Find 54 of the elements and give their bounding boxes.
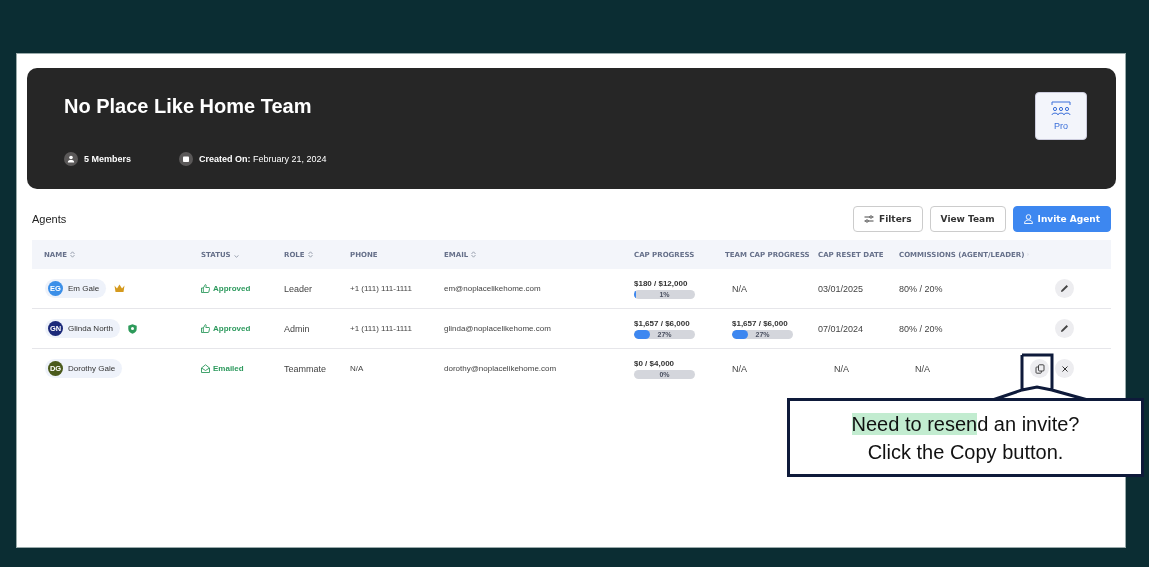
sort-icon[interactable] <box>70 251 76 258</box>
status-label: Approved <box>213 324 251 333</box>
table-cell-text: +1 (111) 111-1111 <box>350 324 413 333</box>
edit-button[interactable] <box>1055 279 1074 298</box>
copy-button[interactable] <box>1030 359 1049 378</box>
cap-amount: $1,657 / $6,000 <box>732 318 789 328</box>
calendar-icon <box>179 152 194 166</box>
table-cell: N/A <box>732 363 747 374</box>
table-cell-text: Teammate <box>284 363 328 374</box>
section-title: Agents <box>32 213 67 225</box>
user-icon <box>1023 214 1033 224</box>
pencil-icon <box>1060 284 1069 293</box>
cap-amount: $180 / $12,000 <box>634 278 689 288</box>
crown-icon <box>114 284 126 293</box>
cap-amount: $1,657 / $6,000 <box>634 318 691 328</box>
table-cell-text: 80% / 20% <box>899 283 944 294</box>
table-cell-text: Leader <box>284 283 314 294</box>
thumbs-up-icon <box>201 324 210 333</box>
table-cell-text: dorothy@noplacelikehome.com <box>444 364 558 373</box>
table-cell-text: glinda@noplacelikehome.com <box>444 324 552 333</box>
table-cell-text: 07/01/2024 <box>818 323 865 334</box>
remove-button[interactable] <box>1055 359 1074 378</box>
team-title: No Place Like Home Team <box>64 95 313 118</box>
invite-button[interactable]: Invite Agent <box>1012 206 1111 232</box>
open-envelope-icon <box>201 364 210 373</box>
created-date: Created On: February 21, 2024 <box>199 154 327 164</box>
sort-icon[interactable] <box>307 251 313 258</box>
table-cell-text: 03/01/2025 <box>818 283 865 294</box>
plan-label: Pro <box>1054 121 1068 131</box>
table-cell-text: N/A <box>914 363 931 374</box>
view-team-button[interactable]: View Team <box>929 206 1006 232</box>
sliders-icon <box>864 215 875 223</box>
table-cell-text: 80% / 20% <box>899 323 944 334</box>
team-icon <box>1051 101 1071 117</box>
person-icon <box>64 152 78 166</box>
close-icon <box>1060 364 1069 373</box>
table-cell-text: N/A <box>350 364 365 373</box>
status-label: Approved <box>213 284 251 293</box>
member-count: 5 Members <box>84 154 132 164</box>
table-cell-text: em@noplacelikehome.com <box>444 284 542 293</box>
pencil-icon <box>1060 324 1069 333</box>
status-label: Emailed <box>213 364 244 373</box>
table-cell-text: N/A <box>833 363 850 374</box>
table-cell: N/A <box>732 283 747 294</box>
sort-icon[interactable] <box>471 251 477 258</box>
copy-icon <box>1034 363 1045 374</box>
thumbs-up-icon <box>201 284 210 293</box>
table-cell-text: Admin <box>284 323 311 334</box>
callout-text: Need to resend an invite? Click the Copy button. <box>851 411 1080 465</box>
edit-button[interactable] <box>1055 319 1074 338</box>
filters-button[interactable]: Filters <box>853 206 923 232</box>
table-cell-text: +1 (111) 111-1111 <box>350 284 413 293</box>
cap-amount: $0 / $4,000 <box>634 358 676 368</box>
shield-icon <box>127 323 137 334</box>
